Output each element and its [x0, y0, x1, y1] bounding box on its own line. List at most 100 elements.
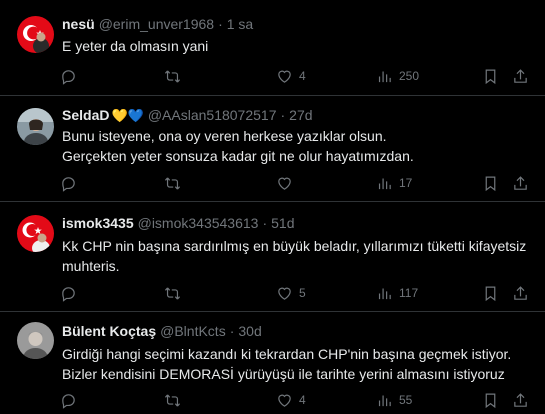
name-emoji: 💛💙: [111, 108, 143, 123]
reply-icon: [62, 176, 75, 192]
display-name[interactable]: ismok3435: [62, 215, 134, 231]
like-button[interactable]: 4: [276, 389, 306, 411]
tweet-text-line: Gerçekten yeter sonsuza kadar git ne olu…: [62, 148, 414, 164]
tweet-text-line: muhteris.: [62, 258, 120, 274]
tweet[interactable]: nesü @erim_unver1968 · 1 sa E yeter da olma…: [0, 0, 545, 96]
retweet-button[interactable]: [164, 282, 187, 304]
views-icon: [378, 178, 391, 189]
timestamp[interactable]: 1 sa: [227, 16, 253, 32]
tweet-text: Kk CHP nin başına sardırılmış en büyük b…: [62, 236, 532, 276]
tweet-text-line: Bunu isteyene, ona oy veren herkese yazı…: [62, 128, 387, 144]
like-count: 5: [299, 286, 306, 300]
tweet-header: ismok3435 @ismok343543613 · 51d: [62, 214, 295, 232]
retweet-icon: [164, 176, 181, 190]
action-bar: 4 55: [54, 389, 534, 411]
bookmark-icon: [485, 286, 496, 301]
views-icon: [378, 288, 391, 299]
retweet-icon: [164, 69, 181, 83]
retweet-icon: [164, 286, 181, 300]
like-icon: [278, 287, 291, 300]
timestamp[interactable]: 51d: [271, 215, 294, 231]
share-button[interactable]: [512, 282, 529, 304]
timestamp[interactable]: 27d: [289, 107, 312, 123]
tweet-header: nesü @erim_unver1968 · 1 sa: [62, 15, 253, 33]
like-count: 4: [299, 69, 306, 83]
tweet-text: E yeter da olmasın yani: [62, 36, 532, 56]
retweet-button[interactable]: [164, 389, 187, 411]
user-handle[interactable]: @BlntKcts: [160, 323, 226, 339]
views-button[interactable]: 117: [376, 282, 418, 304]
yellow-heart-icon: 💛: [111, 108, 128, 123]
avatar[interactable]: [17, 16, 54, 53]
bookmark-button[interactable]: [482, 65, 499, 87]
separator: ·: [229, 323, 235, 339]
action-bar: 5 117: [54, 282, 534, 304]
share-button[interactable]: [512, 65, 529, 87]
bookmark-button[interactable]: [482, 172, 499, 194]
user-handle[interactable]: @erim_unver1968: [99, 16, 214, 32]
avatar[interactable]: [17, 322, 54, 359]
view-count: 55: [399, 393, 413, 407]
bookmark-icon: [485, 393, 496, 408]
share-icon: [514, 68, 527, 83]
like-icon: [278, 394, 291, 407]
tweet-text-line: Kk CHP nin başına sardırılmış en büyük b…: [62, 238, 527, 254]
action-bar: 4 250: [54, 65, 534, 87]
display-name[interactable]: nesü: [62, 16, 95, 32]
user-handle[interactable]: @AAslan518072517: [148, 107, 277, 123]
bookmark-icon: [485, 69, 496, 84]
share-icon: [514, 175, 527, 190]
display-name[interactable]: SeldaD: [62, 107, 109, 123]
retweet-icon: [164, 393, 181, 407]
tweet-header: SeldaD 💛💙 @AAslan518072517 · 27d: [62, 106, 313, 124]
like-icon: [278, 177, 291, 190]
reply-button[interactable]: [60, 389, 83, 411]
separator: ·: [280, 107, 286, 123]
views-icon: [378, 395, 391, 406]
like-button[interactable]: 5: [276, 282, 306, 304]
timestamp[interactable]: 30d: [238, 323, 261, 339]
tweet[interactable]: SeldaD 💛💙 @AAslan518072517 · 27d Bunu isteye…: [0, 96, 545, 202]
tweet-text-line: Bizler kendisini DEMORASİ yürüyüşü ile t…: [62, 366, 505, 382]
bookmark-button[interactable]: [482, 389, 499, 411]
blue-heart-icon: 💙: [127, 108, 144, 123]
view-count: 117: [399, 286, 419, 300]
avatar[interactable]: [17, 108, 54, 145]
avatar[interactable]: [17, 215, 54, 252]
display-name[interactable]: Bülent Koçtaş: [62, 323, 156, 339]
retweet-button[interactable]: [164, 172, 187, 194]
views-button[interactable]: 250: [376, 65, 419, 87]
share-icon: [514, 392, 527, 407]
tweet-feed: nesü @erim_unver1968 · 1 sa E yeter da olma…: [0, 0, 545, 414]
like-count: 4: [299, 393, 306, 407]
views-icon: [378, 71, 391, 82]
tweet-text-line: E yeter da olmasın yani: [62, 38, 209, 54]
bookmark-icon: [485, 176, 496, 191]
action-bar: 17: [54, 172, 534, 194]
user-handle[interactable]: @ismok343543613: [138, 215, 259, 231]
like-button[interactable]: [276, 172, 299, 194]
views-button[interactable]: 17: [376, 172, 412, 194]
reply-icon: [62, 393, 75, 409]
tweet-text: Bunu isteyene, ona oy veren herkese yazı…: [62, 126, 532, 166]
share-button[interactable]: [512, 172, 529, 194]
like-button[interactable]: 4: [276, 65, 306, 87]
separator: ·: [218, 16, 223, 32]
reply-icon: [62, 69, 75, 85]
reply-icon: [62, 286, 75, 302]
view-count: 17: [399, 176, 413, 190]
reply-button[interactable]: [60, 282, 83, 304]
retweet-button[interactable]: [164, 65, 187, 87]
bookmark-button[interactable]: [482, 282, 499, 304]
view-count: 250: [399, 69, 420, 83]
share-button[interactable]: [512, 389, 529, 411]
reply-button[interactable]: [60, 65, 83, 87]
separator: ·: [262, 215, 268, 231]
views-button[interactable]: 55: [376, 389, 412, 411]
tweet[interactable]: ismok3435 @ismok343543613 · 51d Kk CHP nin …: [0, 202, 545, 312]
tweet-text: Girdiği hangi seçimi kazandı ki tekrarda…: [62, 344, 532, 384]
tweet[interactable]: Bülent Koçtaş @BlntKcts · 30d Girdiği hangi…: [0, 312, 545, 414]
tweet-header: Bülent Koçtaş @BlntKcts · 30d: [62, 322, 262, 340]
share-icon: [514, 285, 527, 300]
reply-button[interactable]: [60, 172, 83, 194]
